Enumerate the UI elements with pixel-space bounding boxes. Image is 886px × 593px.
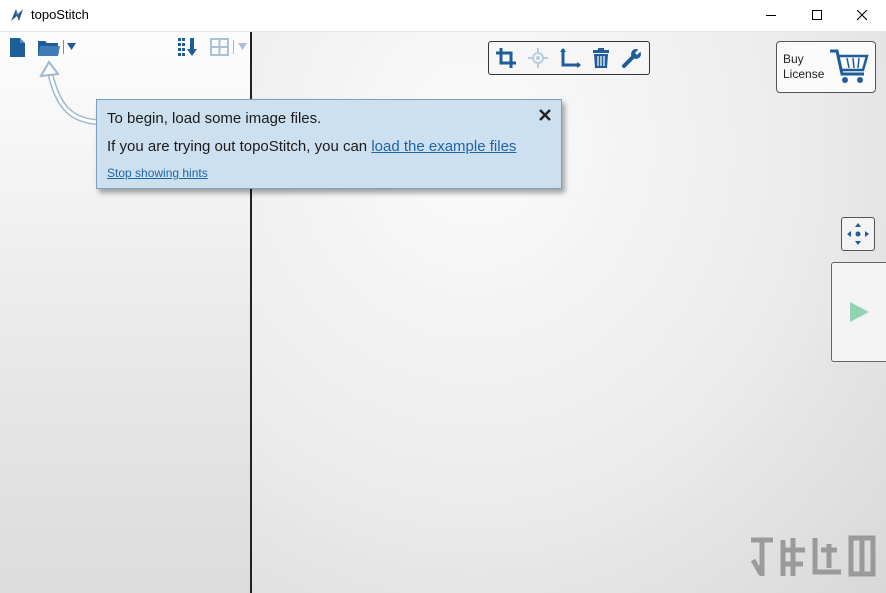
hint-example-prefix: If you are trying out topoStitch, you ca… [107,138,372,155]
toolbar-separator [63,40,64,54]
center-icon[interactable] [527,47,549,69]
hint-example-message: If you are trying out topoStitch, you ca… [107,138,516,155]
view-toolbar [488,41,650,75]
title-bar: topoStitch [0,0,886,32]
axes-icon[interactable] [559,47,581,69]
stitch-run-button[interactable] [831,262,886,362]
close-icon [857,10,868,21]
hint-message: To begin, load some image files. [107,110,322,127]
trash-icon[interactable] [590,47,612,69]
watermark-logo [750,535,876,577]
buy-label-line2: License [783,67,825,81]
minimize-icon [766,15,776,16]
open-folder-icon[interactable] [37,39,61,57]
app-title: topoStitch [31,7,89,22]
sort-icon[interactable] [177,37,199,57]
arrange-button[interactable] [841,217,875,251]
cart-icon [830,49,869,83]
wrench-icon[interactable] [621,47,643,69]
load-example-files-link[interactable]: load the example files [371,138,516,155]
close-window-button[interactable] [840,0,886,31]
crop-icon[interactable] [495,47,517,69]
grid-view-icon[interactable] [210,38,229,56]
maximize-icon [812,10,822,20]
hint-popup: To begin, load some image files. If you … [96,99,562,189]
open-dropdown-icon[interactable] [67,43,76,50]
maximize-button[interactable] [795,0,841,31]
close-hint-icon[interactable] [539,109,551,121]
buy-license-button[interactable]: Buy License [776,41,876,93]
app-logo-icon [11,9,23,21]
buy-license-label: Buy License [783,52,829,82]
buy-label-line1: Buy [783,52,804,66]
stop-showing-hints-link[interactable]: Stop showing hints [107,166,208,180]
toolbar-separator [233,40,234,54]
arrange-icon [847,223,869,245]
grid-dropdown-icon[interactable] [238,43,247,50]
minimize-button[interactable] [749,0,795,31]
hint-pointer-arrow-icon [39,60,97,125]
new-file-icon[interactable] [9,37,26,58]
play-icon [850,302,869,322]
